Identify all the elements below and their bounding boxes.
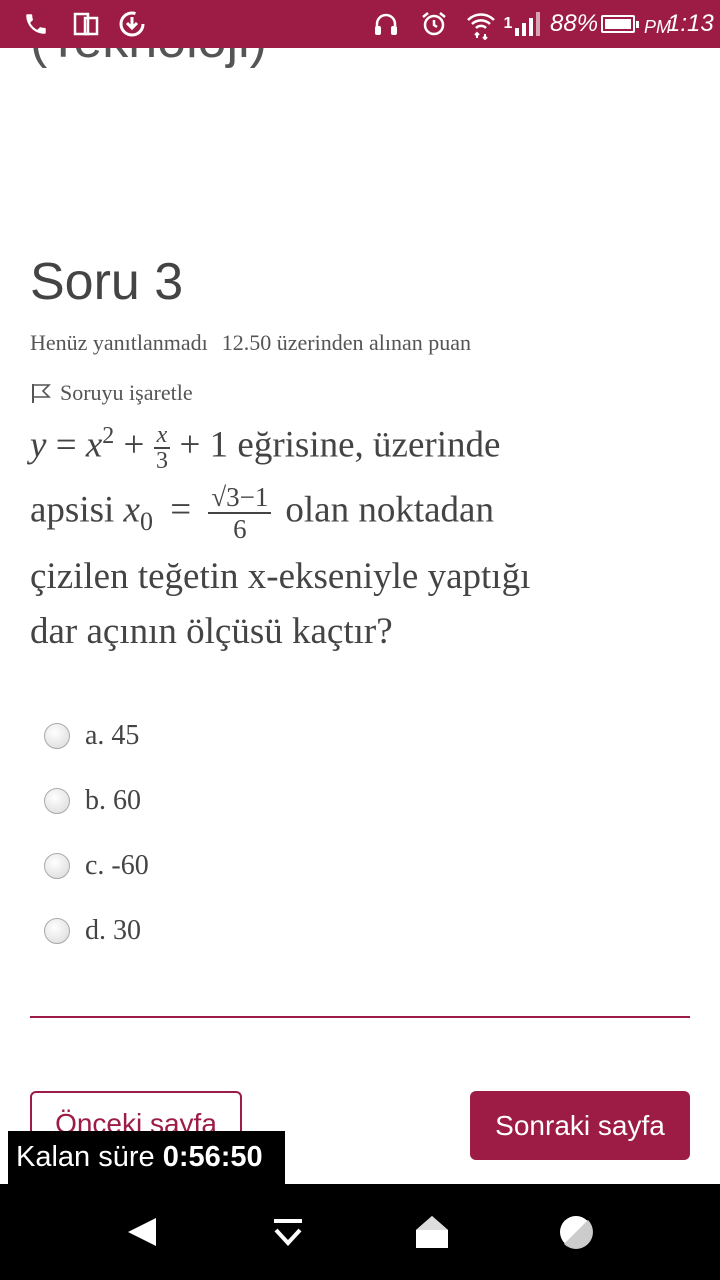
signal-icon: 1	[502, 8, 546, 40]
fraction-x-over-3: x3	[153, 423, 171, 473]
radio-button[interactable]	[44, 788, 70, 814]
headset-icon	[370, 8, 402, 40]
download-icon	[116, 8, 148, 40]
option-label: a. 45	[85, 720, 140, 751]
question-points: 12.50 üzerinden alınan puan	[221, 330, 472, 355]
question-text-line-3: çizilen teğetin x-ekseniyle yaptığı	[30, 556, 531, 597]
system-nav-bar	[0, 1184, 720, 1280]
signal-label: 1	[503, 15, 513, 32]
radio-button[interactable]	[44, 918, 70, 944]
question-text-line-4: dar açının ölçüsü kaçtır?	[30, 611, 393, 652]
option-a[interactable]: a. 45	[44, 716, 139, 756]
fraction-sqrt3-minus-1-over-6: √3−1 6	[208, 482, 272, 544]
option-c[interactable]: c. -60	[44, 846, 149, 886]
question-text-line-1: y = x2 + x3 + 1 eğrisine, üzerinde	[30, 421, 501, 474]
option-label: c. -60	[85, 850, 149, 881]
back-icon[interactable]	[122, 1212, 162, 1252]
home-icon[interactable]	[412, 1212, 452, 1252]
status-bar: 1 88% PM 1:13	[0, 0, 720, 48]
option-b[interactable]: b. 60	[44, 781, 141, 821]
option-label: d. 30	[85, 915, 141, 946]
battery-icon	[601, 15, 639, 33]
radio-button[interactable]	[44, 723, 70, 749]
course-heading-clipped: (Teknoloji)	[30, 48, 330, 68]
option-label: b. 60	[85, 785, 141, 816]
alarm-icon	[418, 8, 450, 40]
phone-icon	[20, 8, 52, 40]
question-title: Soru 3	[30, 253, 184, 311]
timer-label: Kalan süre	[16, 1141, 155, 1173]
recents-icon[interactable]	[556, 1212, 596, 1252]
flag-question-link[interactable]: Soruyu işaretle	[30, 380, 193, 406]
question-meta: Henüz yanıtlanmadı 12.50 üzerinden alınan…	[30, 330, 471, 356]
time-remaining: Kalan süre 0:56:50	[8, 1131, 285, 1184]
timer-value: 0:56:50	[162, 1141, 263, 1173]
option-d[interactable]: d. 30	[44, 911, 141, 951]
screen-mirror-icon	[70, 8, 102, 40]
menu-down-icon[interactable]	[268, 1212, 308, 1252]
flag-label: Soruyu işaretle	[60, 380, 193, 405]
flag-icon	[32, 384, 51, 403]
question-status: Henüz yanıtlanmadı	[30, 330, 208, 355]
battery-percent: 88%	[550, 10, 599, 37]
clock: 1:13	[667, 10, 714, 37]
wifi-icon	[465, 8, 497, 40]
next-page-button[interactable]: Sonraki sayfa	[470, 1091, 690, 1160]
question-text-line-2: apsisi x0 = √3−1 6 olan noktadan	[30, 482, 494, 544]
radio-button[interactable]	[44, 853, 70, 879]
divider	[30, 1016, 690, 1018]
